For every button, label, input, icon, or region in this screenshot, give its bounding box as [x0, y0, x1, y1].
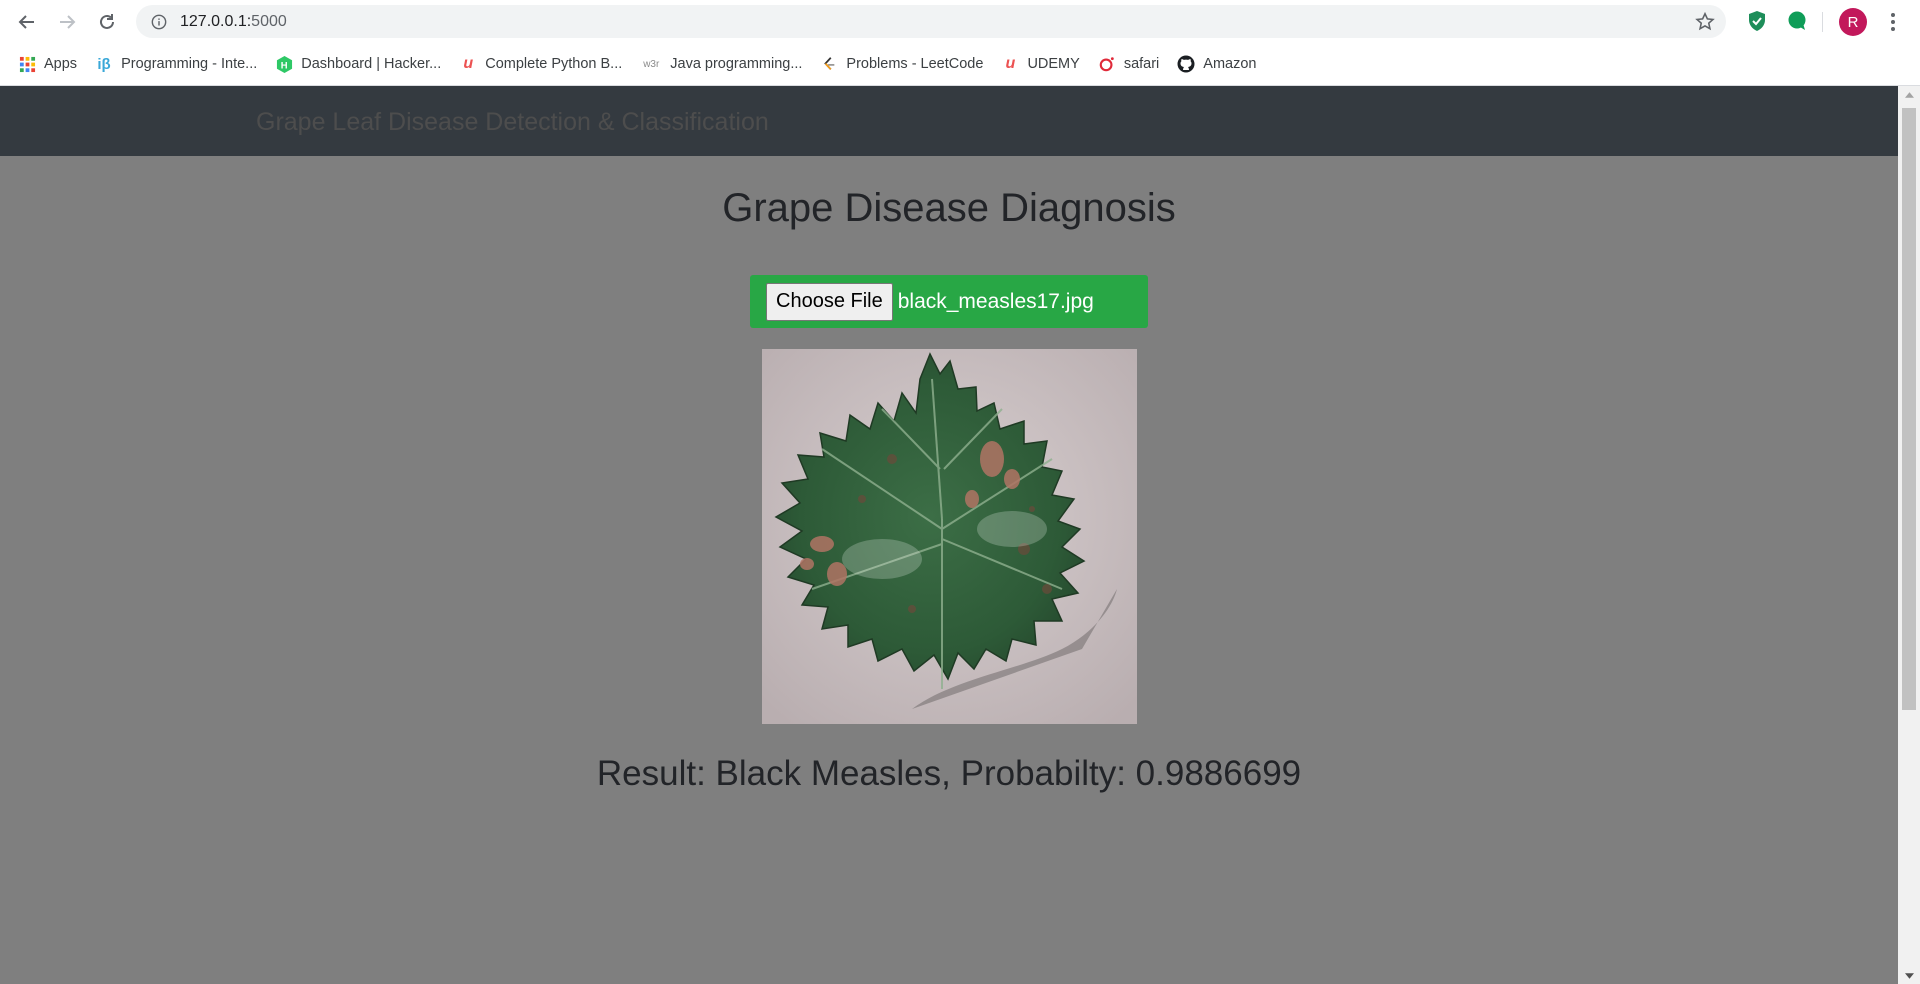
page-scrollbar[interactable]: [1898, 86, 1920, 984]
toolbar-divider: [1822, 12, 1823, 32]
bookmark-label: Programming - Inte...: [121, 56, 258, 72]
bookmark-java[interactable]: w3r Java programming...: [640, 49, 802, 79]
navbar-brand[interactable]: Grape Leaf Disease Detection & Classific…: [256, 108, 769, 137]
udemy-icon: u: [1005, 55, 1016, 72]
bookmark-programming[interactable]: iβ Programming - Inte...: [95, 49, 257, 79]
scroll-up-arrow-icon[interactable]: [1898, 86, 1920, 103]
url-text: 127.0.0.1:5000: [180, 13, 287, 31]
safari-icon: [1098, 55, 1116, 73]
reload-button[interactable]: [87, 2, 127, 42]
bookmark-complete-python[interactable]: u Complete Python B...: [459, 49, 622, 79]
shield-extension-icon[interactable]: [1746, 10, 1768, 32]
bookmark-label: Complete Python B...: [485, 56, 623, 72]
back-button[interactable]: [7, 2, 47, 42]
prediction-result: Result: Black Measles, Probabilty: 0.988…: [596, 754, 1302, 793]
bookmark-amazon[interactable]: Amazon: [1177, 49, 1256, 79]
scroll-down-arrow-icon[interactable]: [1898, 967, 1920, 984]
w3r-icon: w3r: [643, 58, 660, 70]
arrow-right-icon: [60, 15, 76, 29]
bookmark-hackerrank[interactable]: H Dashboard | Hacker...: [275, 49, 441, 79]
bookmarks-bar: Apps iβ Programming - Inte... H Dashboar…: [0, 43, 1920, 86]
arrow-left-icon: [18, 15, 34, 29]
scrollbar-thumb[interactable]: [1902, 108, 1916, 710]
page-title: Grape Disease Diagnosis: [722, 186, 1176, 230]
uploaded-leaf-image: [762, 349, 1137, 724]
bookmark-apps[interactable]: Apps: [18, 49, 77, 79]
forward-button[interactable]: [47, 2, 87, 42]
selected-file-name: black_measles17.jpg: [897, 289, 1094, 313]
interviewbit-icon: iβ: [97, 55, 111, 73]
hackerrank-icon: H: [275, 55, 293, 73]
bookmark-label: Problems - LeetCode: [846, 56, 984, 72]
address-bar[interactable]: 127.0.0.1:5000: [136, 5, 1726, 38]
bookmark-label: Amazon: [1203, 56, 1257, 72]
github-icon: [1177, 55, 1195, 73]
bookmark-label: UDEMY: [1027, 56, 1080, 72]
leetcode-icon: [820, 55, 838, 73]
chat-extension-icon[interactable]: [1786, 10, 1808, 32]
bookmark-leetcode[interactable]: Problems - LeetCode: [820, 49, 983, 79]
browser-toolbar: 127.0.0.1:5000 R: [0, 0, 1920, 43]
profile-avatar[interactable]: R: [1839, 8, 1867, 36]
bookmark-label: safari: [1123, 56, 1160, 72]
page-viewport: Grape Leaf Disease Detection & Classific…: [0, 86, 1898, 984]
choose-file-button[interactable]: Choose File: [766, 282, 893, 321]
apps-grid-icon: [18, 55, 36, 73]
grape-leaf-illustration: [762, 349, 1137, 724]
svg-text:H: H: [280, 60, 287, 71]
bookmark-star-icon[interactable]: [1694, 11, 1716, 33]
url-port: 5000: [251, 12, 287, 30]
bookmark-label: Java programming...: [670, 56, 803, 72]
bookmark-udemy[interactable]: u UDEMY: [1001, 49, 1080, 79]
bookmark-label: Apps: [44, 56, 78, 72]
file-upload-container: Choose File black_measles17.jpg: [750, 275, 1148, 328]
reload-icon: [100, 14, 114, 29]
udemy-icon: u: [463, 55, 474, 72]
bookmark-label: Dashboard | Hacker...: [301, 56, 442, 72]
bookmark-safari[interactable]: safari: [1098, 49, 1159, 79]
navbar: Grape Leaf Disease Detection & Classific…: [0, 86, 1898, 156]
more-menu-icon[interactable]: [1884, 11, 1902, 33]
url-host: 127.0.0.1:: [180, 12, 252, 30]
info-icon[interactable]: [150, 13, 168, 31]
